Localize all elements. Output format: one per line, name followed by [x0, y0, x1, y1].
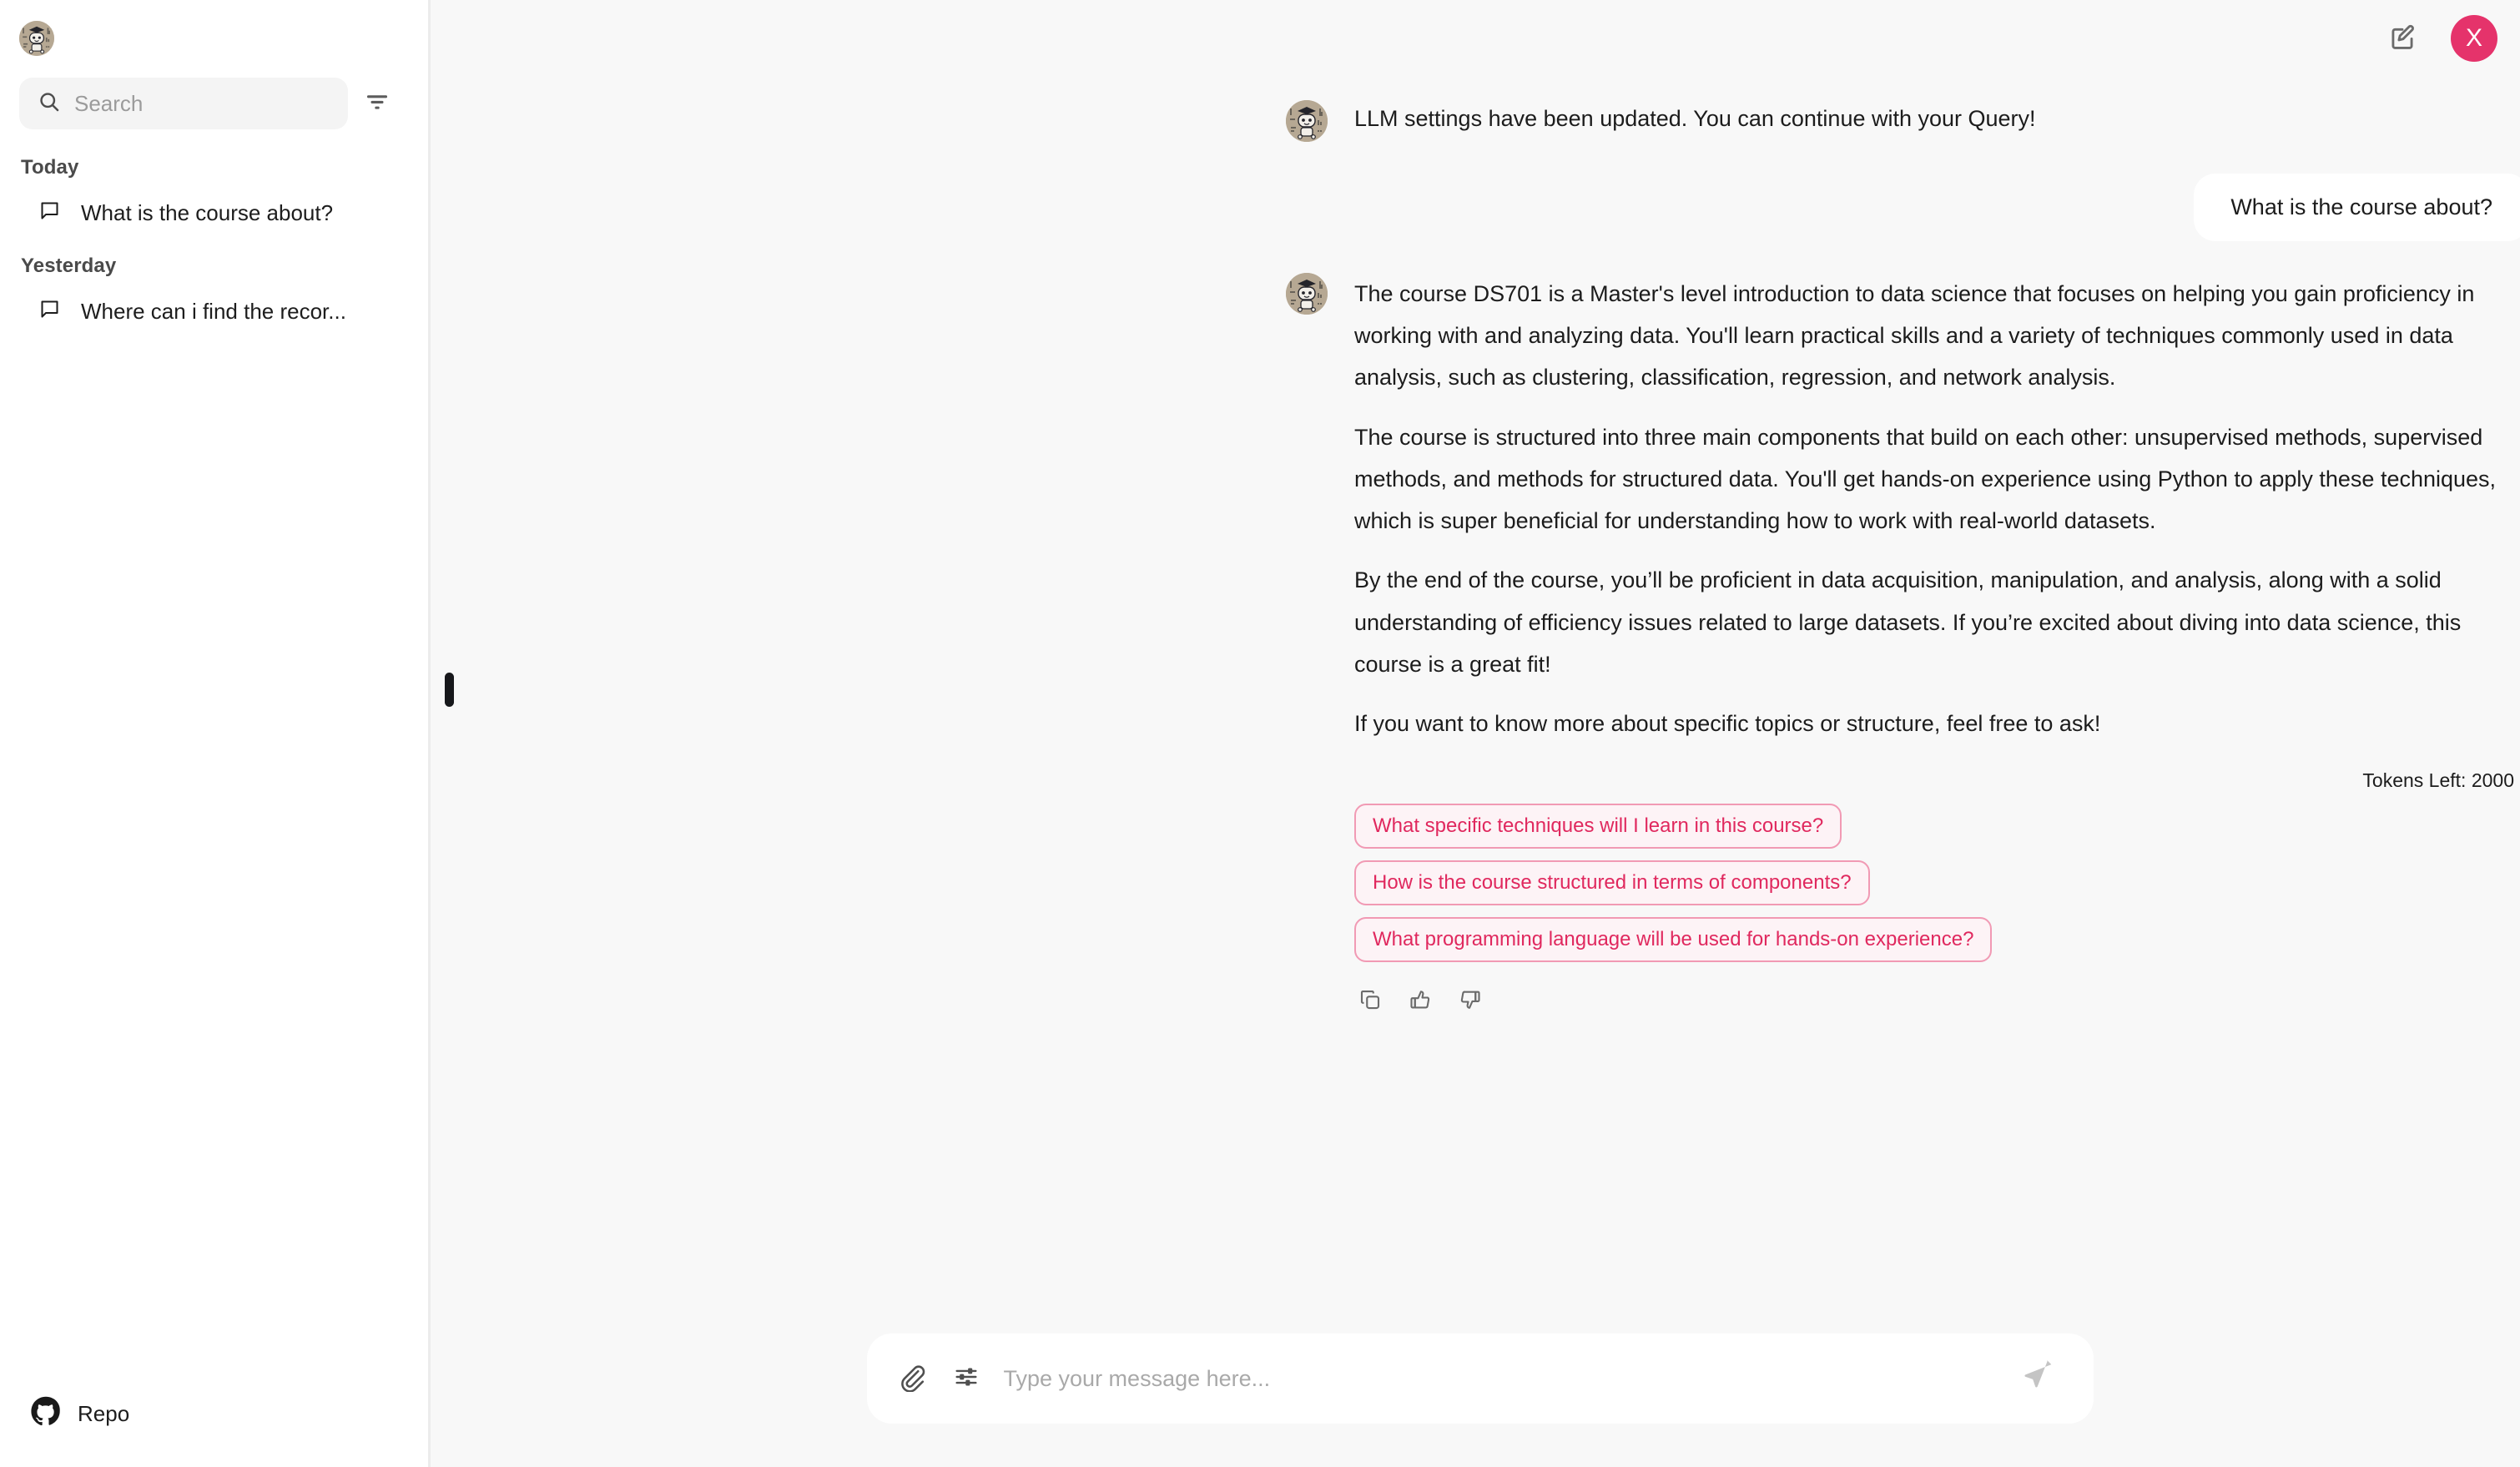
assistant-avatar	[1286, 100, 1328, 142]
assistant-paragraph-4: If you want to know more about specific …	[1354, 710, 2101, 736]
assistant-avatar	[1286, 273, 1328, 315]
chat-bubble-icon	[38, 298, 61, 325]
sliders-icon	[952, 1363, 980, 1395]
thumbs-down-button[interactable]	[1454, 986, 1486, 1017]
thumbs-down-icon	[1458, 987, 1483, 1016]
message-actions	[1354, 986, 2520, 1017]
filter-button[interactable]	[360, 86, 395, 121]
paperclip-icon	[896, 1362, 926, 1396]
assistant-paragraph-1: The course DS701 is a Master's level int…	[1354, 281, 2475, 391]
assistant-answer-body: The course DS701 is a Master's level int…	[1354, 273, 2514, 744]
app-root: Today What is the course about? Yesterda…	[0, 0, 2520, 1467]
assistant-paragraph-3: By the end of the course, you’ll be prof…	[1354, 567, 2462, 677]
conversation-area: LLM settings have been updated. You can …	[431, 77, 2520, 1467]
new-chat-button[interactable]	[2384, 20, 2421, 57]
attach-button[interactable]	[894, 1361, 929, 1396]
message-assistant-notice: LLM settings have been updated. You can …	[1286, 100, 2520, 142]
main-panel: X LLM settings have been updated. You ca…	[431, 0, 2520, 1467]
sidebar-item-label: What is the course about?	[81, 199, 334, 225]
user-message-bubble: What is the course about?	[2194, 174, 2520, 241]
chat-bubble-icon	[38, 199, 61, 226]
message-input[interactable]	[1003, 1365, 1998, 1392]
sidebar-item-label: Where can i find the recor...	[81, 298, 346, 324]
tokens-left-label: Tokens Left: 2000	[2362, 769, 2514, 792]
repo-label: Repo	[78, 1401, 130, 1426]
search-row	[19, 78, 431, 129]
repo-link[interactable]: Repo	[0, 1396, 431, 1467]
suggestion-chips: What specific techniques will I learn in…	[1354, 804, 2520, 963]
suggestion-chip-3[interactable]: What programming language will be used f…	[1354, 917, 1993, 963]
top-bar: X	[431, 0, 2520, 77]
sidebar-resize-handle[interactable]	[445, 673, 454, 707]
sidebar-group-label-today: Today	[21, 156, 79, 179]
message-thread: LLM settings have been updated. You can …	[1286, 100, 2520, 1017]
filter-icon	[364, 88, 391, 119]
message-user: What is the course about?	[1286, 174, 2520, 241]
robot-graduate-avatar-icon	[1286, 273, 1328, 315]
sidebar-group-label-yesterday: Yesterday	[21, 255, 117, 277]
assistant-paragraph-2: The course is structured into three main…	[1354, 424, 2497, 534]
sidebar-item-what-is-the-course-about[interactable]: What is the course about?	[38, 198, 431, 228]
settings-button[interactable]	[949, 1361, 984, 1396]
composer-wrapper	[431, 1333, 2520, 1424]
sidebar-item-where-can-i-find-the-recording[interactable]: Where can i find the recor...	[38, 296, 431, 326]
send-icon	[2022, 1359, 2055, 1398]
search-box[interactable]	[19, 78, 348, 129]
search-input[interactable]	[74, 90, 325, 117]
copy-icon	[1358, 987, 1383, 1016]
send-button[interactable]	[2019, 1359, 2059, 1399]
edit-square-icon	[2386, 21, 2418, 57]
message-composer	[866, 1333, 2094, 1424]
assistant-message-text: LLM settings have been updated. You can …	[1354, 106, 2036, 131]
copy-button[interactable]	[1354, 986, 1386, 1017]
thumbs-up-button[interactable]	[1404, 986, 1436, 1017]
thumbs-up-icon	[1408, 987, 1433, 1016]
message-assistant-answer: The course DS701 is a Master's level int…	[1286, 273, 2520, 744]
suggestion-chip-1[interactable]: What specific techniques will I learn in…	[1354, 804, 1842, 849]
robot-graduate-avatar-icon	[19, 21, 54, 56]
user-avatar[interactable]: X	[2451, 15, 2497, 62]
suggestion-chip-2[interactable]: How is the course structured in terms of…	[1354, 860, 1870, 906]
app-logo-avatar[interactable]	[19, 21, 54, 56]
robot-graduate-avatar-icon	[1286, 100, 1328, 142]
search-icon	[38, 90, 61, 118]
user-avatar-letter: X	[2465, 24, 2482, 52]
sidebar: Today What is the course about? Yesterda…	[0, 0, 431, 1467]
github-icon	[30, 1396, 62, 1432]
